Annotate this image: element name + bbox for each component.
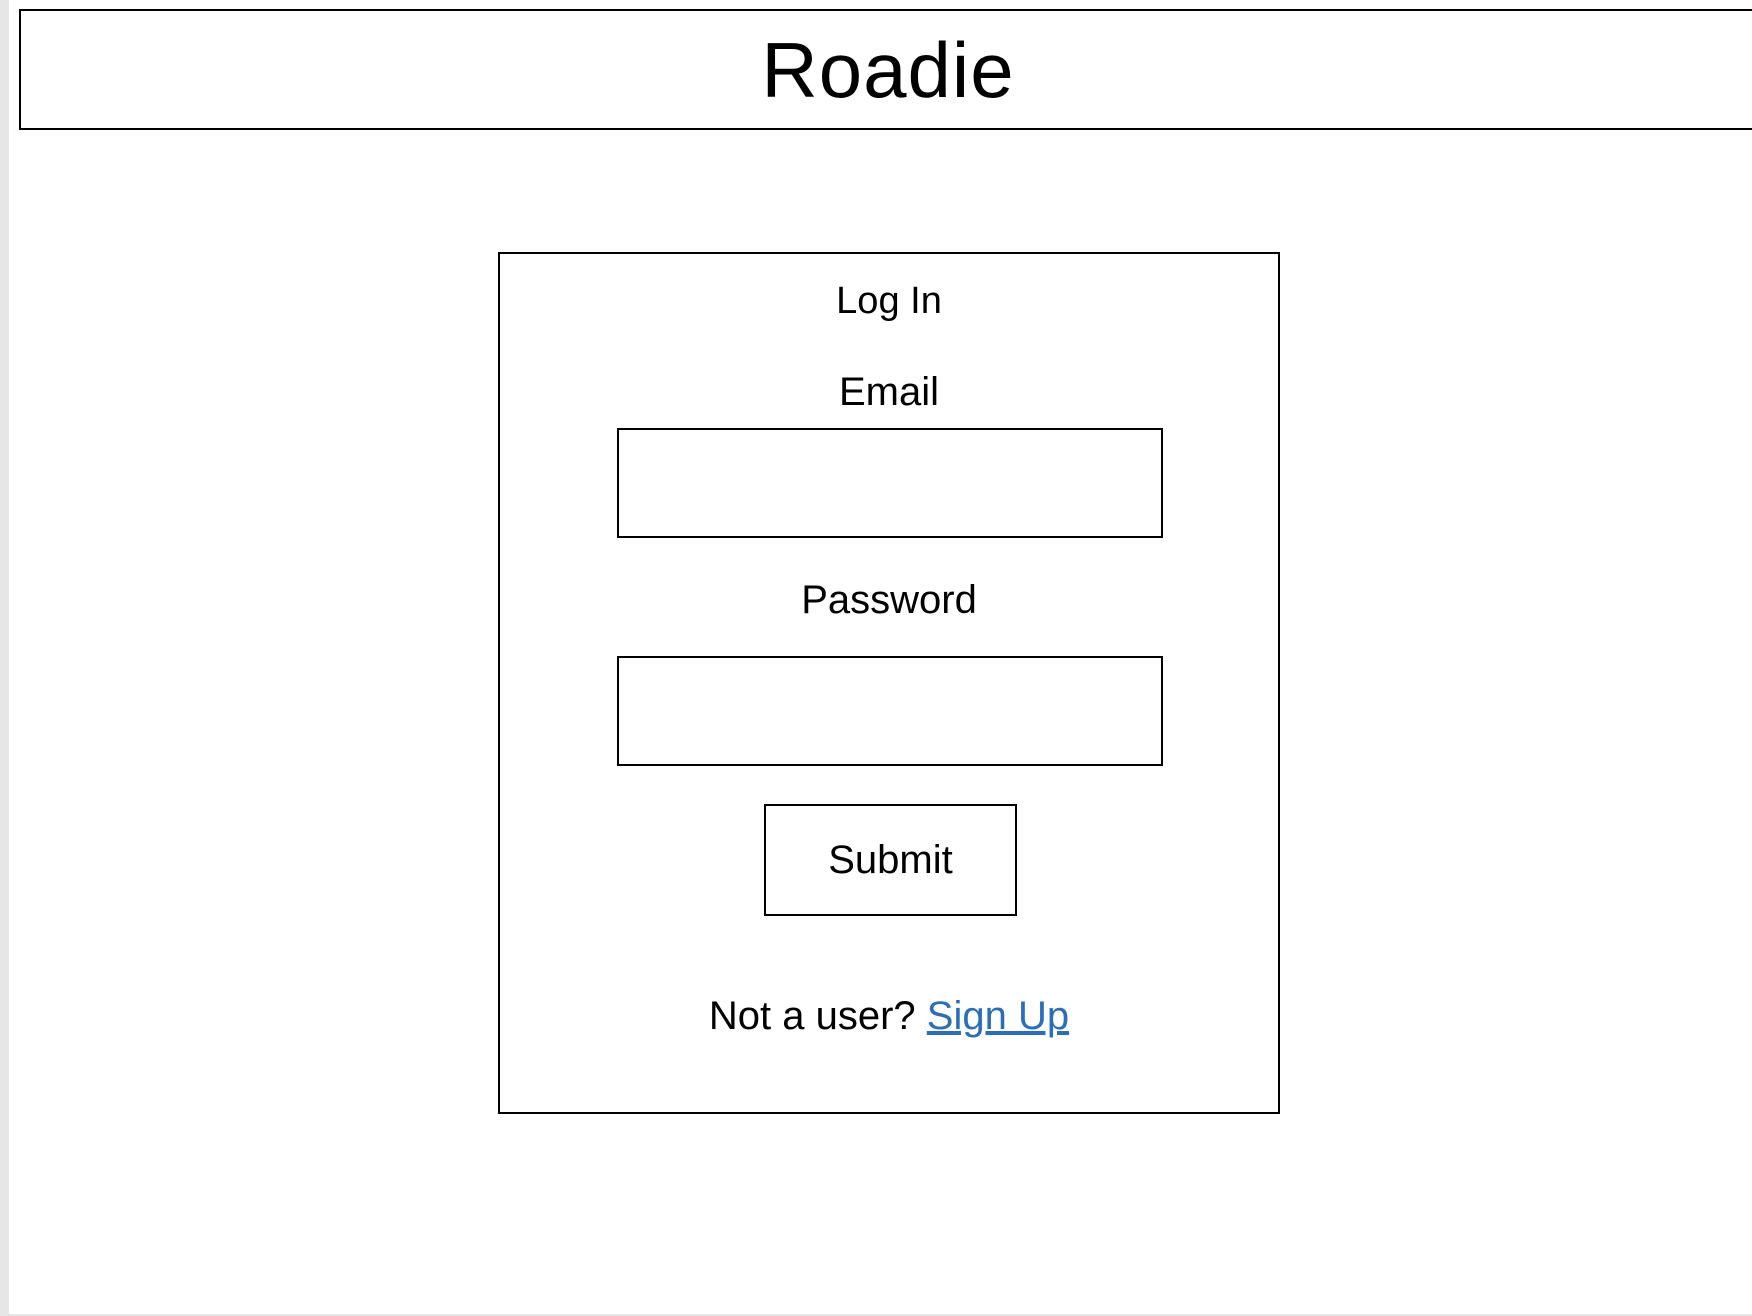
signup-row: Not a user? Sign Up [500,994,1278,1039]
page-canvas: Roadie Log In Email Password Submit Not … [9,0,1752,1314]
app-title: Roadie [761,25,1015,114]
app-header: Roadie [19,9,1752,130]
signup-link[interactable]: Sign Up [927,994,1069,1038]
password-label: Password [801,578,977,622]
login-title: Log In [836,280,942,322]
password-field[interactable] [617,656,1163,766]
login-form: Log In Email Password Submit Not a user?… [498,252,1280,1114]
email-label: Email [838,370,940,414]
email-field[interactable] [617,428,1163,538]
signup-prompt: Not a user? [708,994,927,1038]
submit-button[interactable]: Submit [764,804,1017,916]
